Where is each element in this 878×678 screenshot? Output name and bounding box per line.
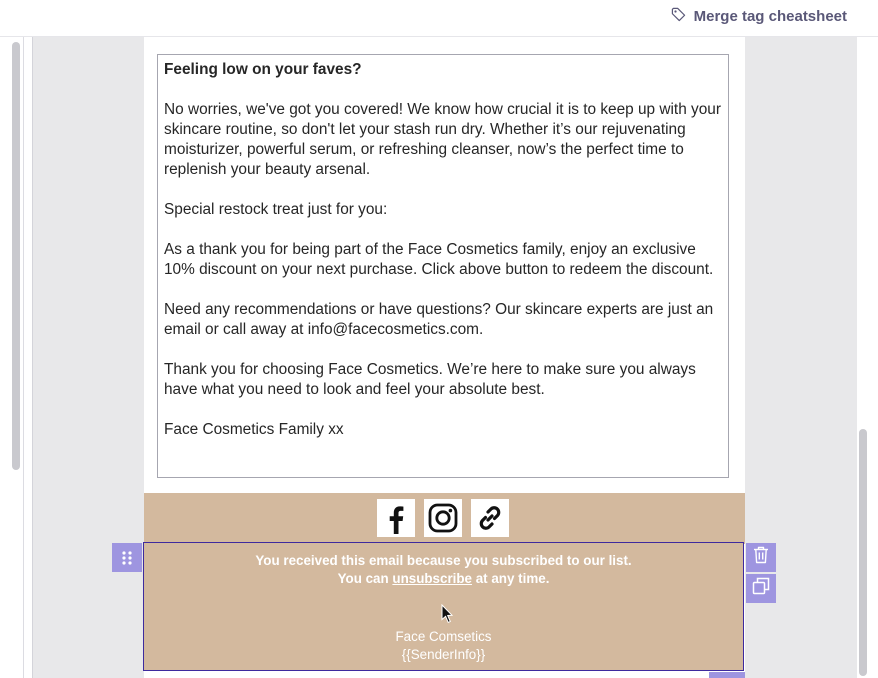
- duplicate-icon: [752, 577, 770, 600]
- email-preview: Feeling low on your faves? No worries, w…: [143, 37, 745, 678]
- footer-line2-suffix: at any time.: [472, 571, 550, 586]
- right-scrollbar-thumb[interactable]: [859, 429, 867, 676]
- text-paragraph: Special restock treat just for you:: [164, 201, 388, 218]
- top-bar: Merge tag cheatsheet: [0, 0, 878, 37]
- merge-tag-cheatsheet-link[interactable]: Merge tag cheatsheet: [671, 7, 847, 26]
- text-signoff: Face Cosmetics Family xx: [164, 421, 344, 438]
- text-paragraph: Thank you for choosing Face Cosmetics. W…: [164, 361, 696, 398]
- text-paragraph: As a thank you for being part of the Fac…: [164, 241, 714, 278]
- delete-block-button[interactable]: [746, 543, 776, 572]
- left-scrollbar-thumb[interactable]: [12, 42, 20, 470]
- trash-icon: [753, 546, 769, 569]
- drag-handle-icon[interactable]: [112, 543, 142, 572]
- unsubscribe-link[interactable]: unsubscribe: [392, 571, 472, 586]
- cheatsheet-label: Merge tag cheatsheet: [693, 8, 847, 25]
- footer-sender-info-tag: {{SenderInfo}}: [401, 647, 486, 662]
- text-paragraph: Need any recommendations or have questio…: [164, 301, 714, 338]
- tag-icon: [671, 7, 686, 26]
- text-block[interactable]: Feeling low on your faves? No worries, w…: [157, 54, 729, 478]
- link-icon[interactable]: [471, 499, 509, 537]
- footer-line2-prefix: You can: [337, 571, 393, 586]
- duplicate-block-button[interactable]: [746, 574, 776, 603]
- editor-canvas: Feeling low on your faves? No worries, w…: [32, 37, 857, 678]
- add-block-tab[interactable]: [709, 672, 745, 678]
- mouse-cursor-icon: [441, 603, 454, 624]
- footer-company-name: Face Comsetics: [395, 629, 492, 644]
- footer-subscribed-notice: You received this email because you subs…: [255, 553, 632, 568]
- footer-unsubscribe-line: You can unsubscribe at any time.: [144, 570, 743, 588]
- text-paragraph: No worries, we've got you covered! We kn…: [164, 101, 721, 178]
- text-heading: Feeling low on your faves?: [164, 61, 362, 78]
- facebook-icon[interactable]: [377, 499, 415, 537]
- social-block[interactable]: [144, 493, 745, 544]
- instagram-icon[interactable]: [424, 499, 462, 537]
